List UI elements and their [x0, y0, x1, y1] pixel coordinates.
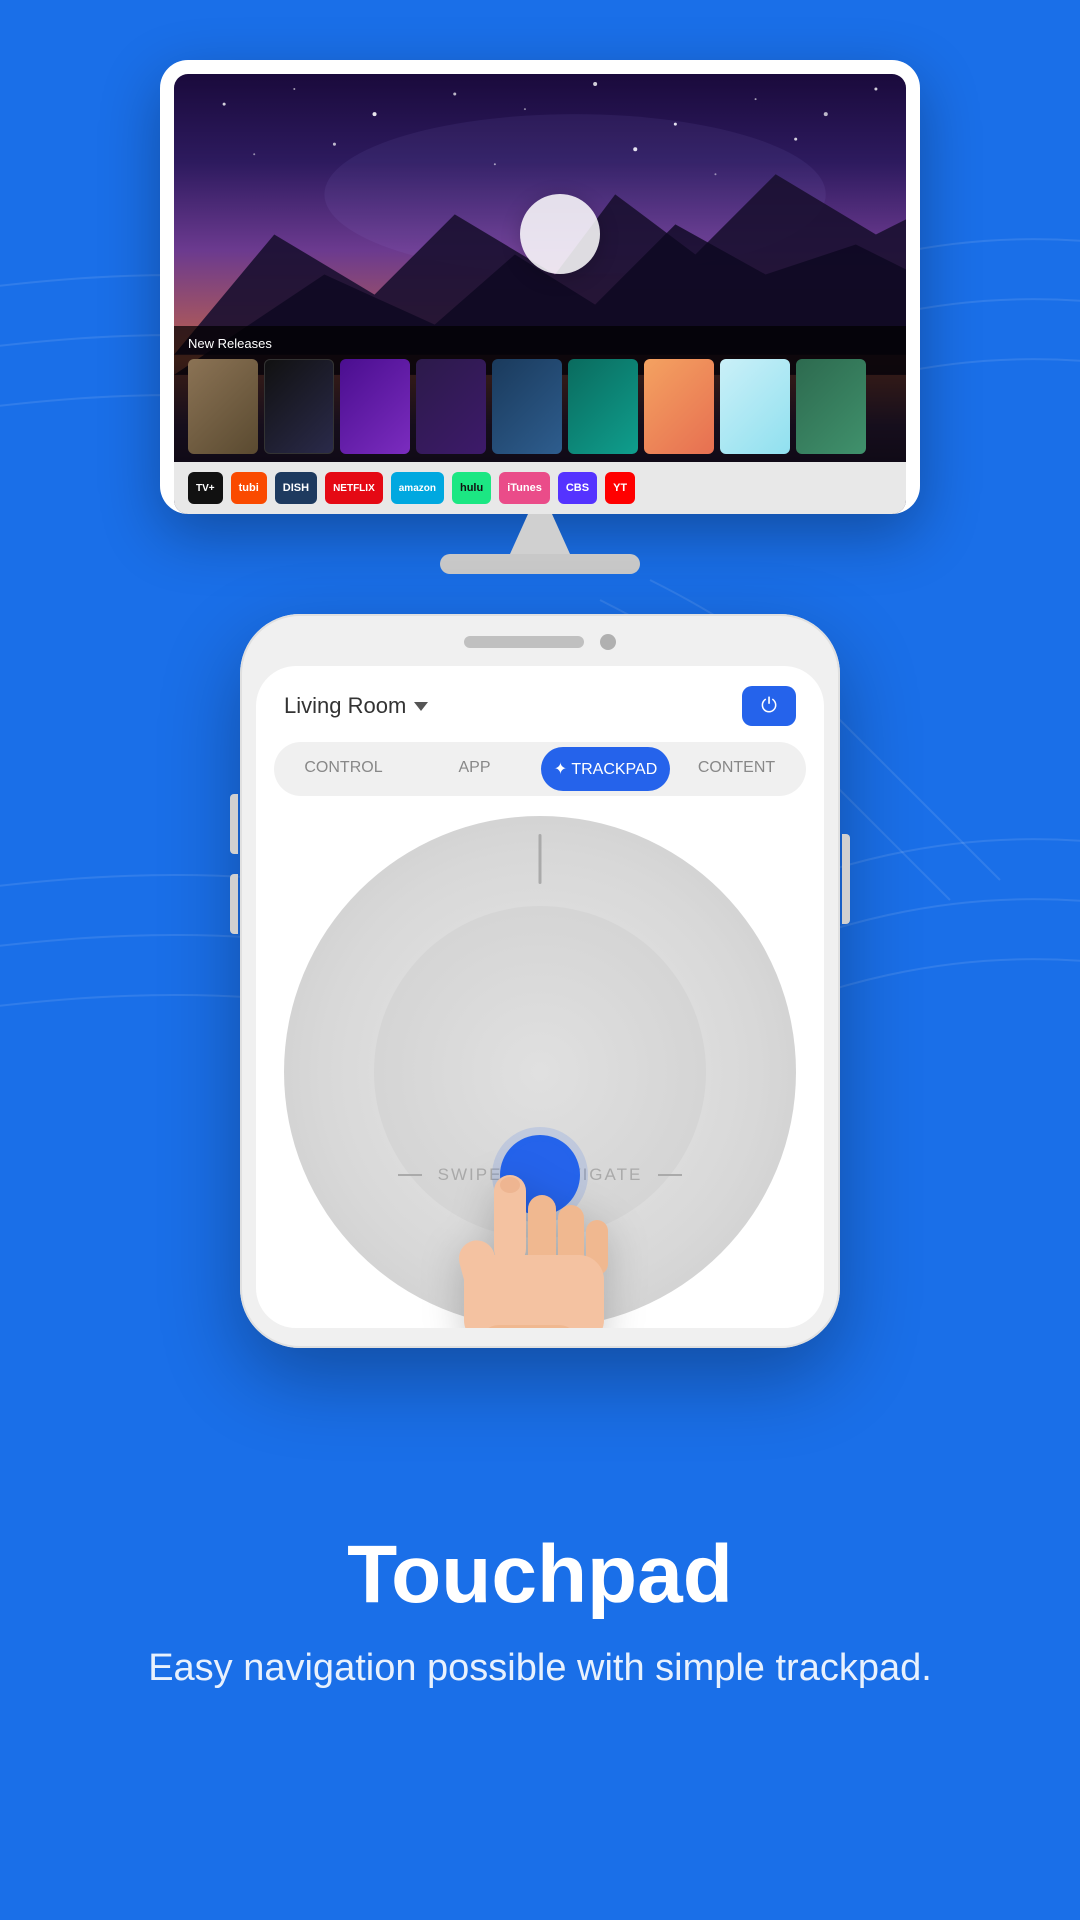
- trackpad-area[interactable]: SWIPE TO NAVIGATE: [284, 816, 796, 1328]
- app-icon-tvplus: TV+: [188, 472, 223, 504]
- power-button[interactable]: ⏻: [742, 686, 796, 726]
- tab-control[interactable]: CONTROL: [279, 747, 408, 791]
- phone-volume-up-button[interactable]: [230, 794, 238, 854]
- hand-cursor-icon: [414, 1155, 614, 1328]
- movie-thumb: [492, 359, 562, 454]
- phone-header: Living Room ⏻: [256, 666, 824, 742]
- room-selector[interactable]: Living Room: [284, 693, 428, 719]
- app-icon-netflix: NETFLIX: [325, 472, 383, 504]
- sub-text: Easy navigation possible with simple tra…: [148, 1642, 932, 1695]
- bottom-section: Touchpad Easy navigation possible with s…: [88, 1528, 992, 1755]
- movie-row: New Releases: [174, 326, 906, 464]
- phone-container: Living Room ⏻ CONTROL APP ✦ TRACKPAD CON…: [240, 614, 840, 1348]
- movie-thumb: [340, 359, 410, 454]
- movie-thumb: [644, 359, 714, 454]
- room-label: Living Room: [284, 693, 406, 719]
- phone-power-side-button[interactable]: [842, 834, 850, 924]
- tv-screen-outer: New Releases TV+: [160, 60, 920, 514]
- phone-screen: Living Room ⏻ CONTROL APP ✦ TRACKPAD CON…: [256, 666, 824, 1328]
- movie-thumb: [720, 359, 790, 454]
- dropdown-arrow-icon: [414, 702, 428, 711]
- app-icon-cbs: CBS: [558, 472, 597, 504]
- movie-thumb: [568, 359, 638, 454]
- power-icon: ⏻: [761, 695, 777, 718]
- tv-screen: New Releases TV+: [174, 74, 906, 514]
- app-icon-tubi: tubi: [231, 472, 267, 504]
- app-icon-dish: DISH: [275, 472, 317, 504]
- tab-bar: CONTROL APP ✦ TRACKPAD CONTENT: [274, 742, 806, 796]
- dash-right: [658, 1174, 682, 1176]
- phone-speaker: [464, 636, 584, 648]
- phone-outer: Living Room ⏻ CONTROL APP ✦ TRACKPAD CON…: [240, 614, 840, 1348]
- main-title: Touchpad: [148, 1528, 932, 1622]
- trackpad-cursor: [539, 834, 542, 884]
- tv-stand-neck: [510, 514, 570, 554]
- phone-camera: [600, 634, 616, 650]
- app-icon-amazon: amazon: [391, 472, 444, 504]
- app-icon-itunes: iTunes: [499, 472, 550, 504]
- movie-thumb: [796, 359, 866, 454]
- tab-trackpad[interactable]: ✦ TRACKPAD: [541, 747, 670, 791]
- phone-volume-down-button[interactable]: [230, 874, 238, 934]
- tab-content[interactable]: CONTENT: [672, 747, 801, 791]
- app-icon-youtube: YT: [605, 472, 635, 504]
- movie-thumbnails: [188, 359, 892, 454]
- trackpad-tab-icon: ✦: [554, 761, 572, 778]
- tv-monitor: New Releases TV+: [160, 60, 920, 574]
- tab-app[interactable]: APP: [410, 747, 539, 791]
- app-icon-hulu: hulu: [452, 472, 491, 504]
- movie-thumb: [264, 359, 334, 454]
- phone-notch: [256, 634, 824, 650]
- tv-stand: [160, 514, 920, 574]
- tv-stand-base: [440, 554, 640, 574]
- movie-thumb: [188, 359, 258, 454]
- tv-cursor: [520, 194, 600, 274]
- movie-row-label: New Releases: [188, 336, 892, 351]
- tv-app-bar: TV+ tubi DISH NETFLIX amazon hulu iTunes…: [174, 462, 906, 514]
- movie-thumb: [416, 359, 486, 454]
